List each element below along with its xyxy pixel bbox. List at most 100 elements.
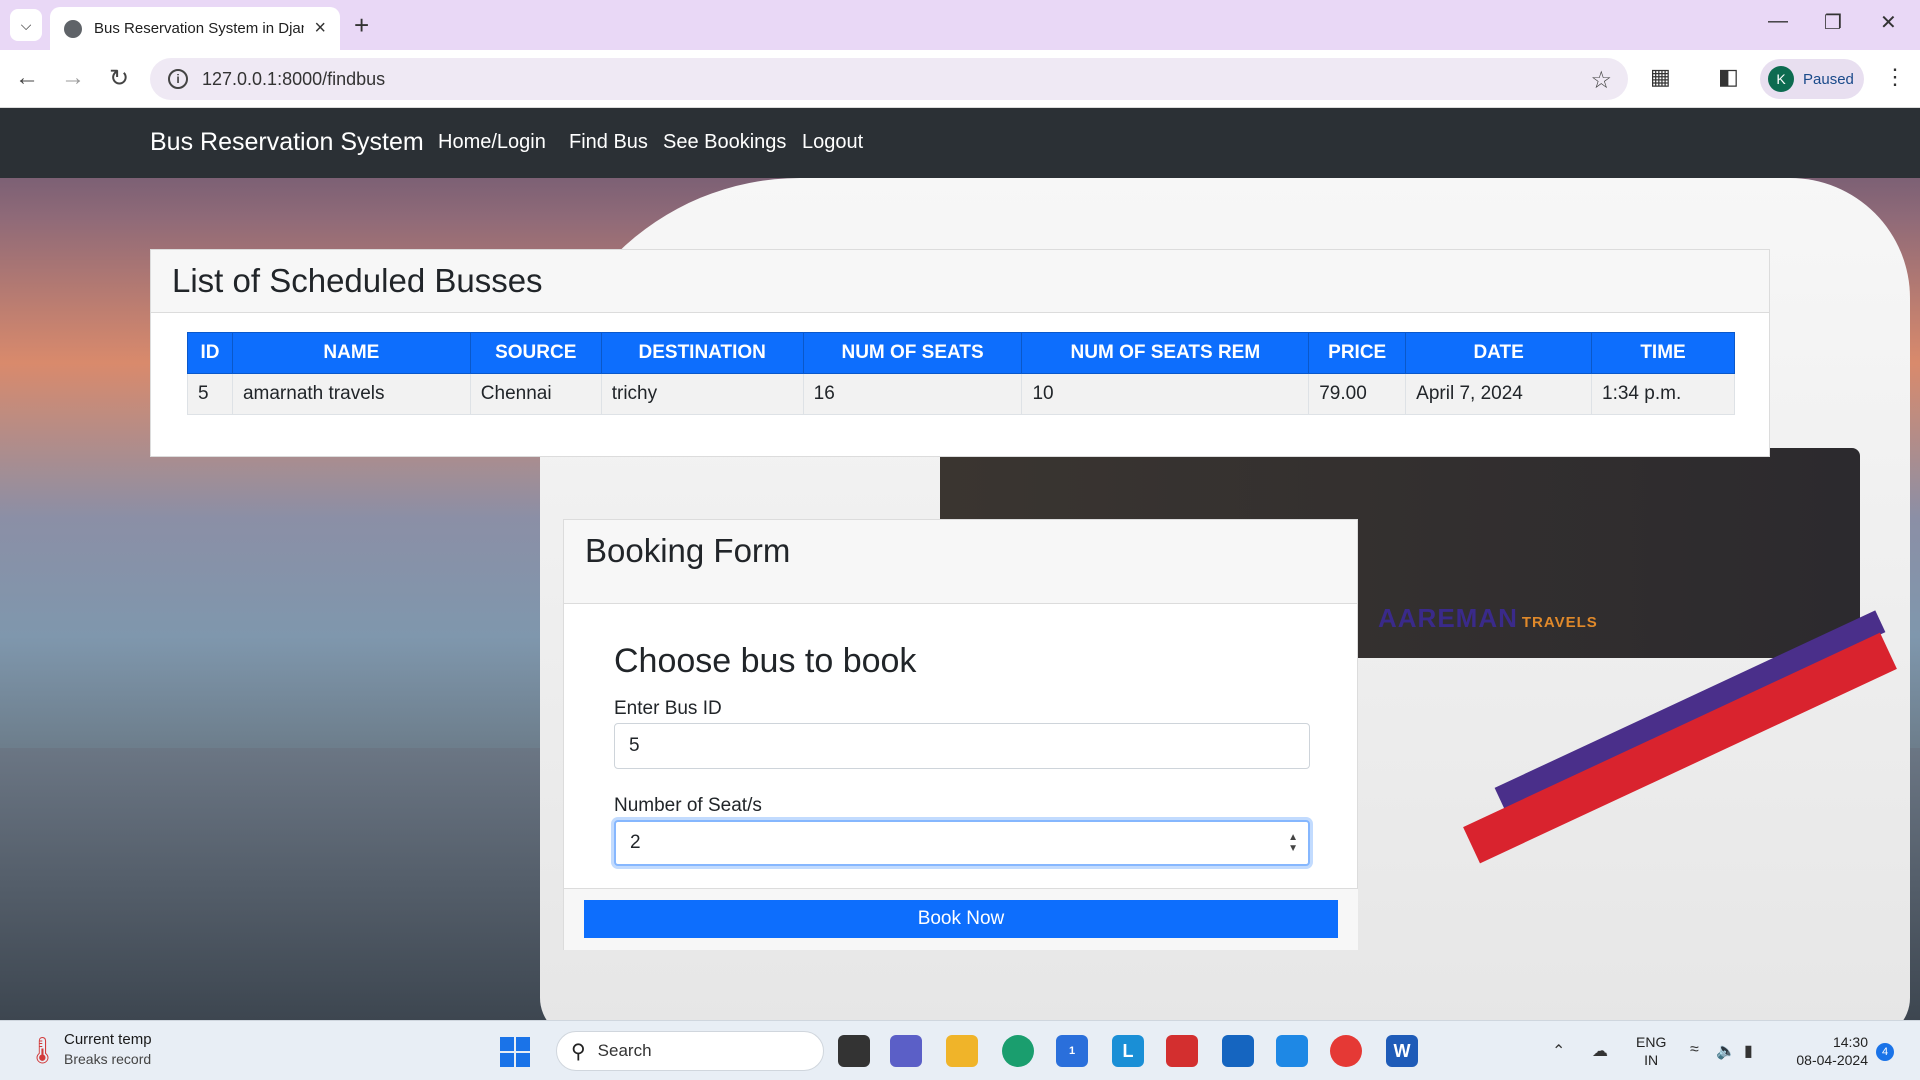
tab-strip: ⌵ Bus Reservation System in Djan × + — ❐… — [0, 0, 1920, 50]
cell-destination: trichy — [600, 373, 804, 415]
search-icon: ⚲ — [571, 1040, 586, 1063]
column-header-date: DATE — [1405, 332, 1593, 374]
schedule-card: List of Scheduled Busses ID NAME SOURCE … — [150, 249, 1770, 457]
column-header-num-of-seats-rem: NUM OF SEATS REM — [1021, 332, 1310, 374]
clock-date: 08-04-2024 — [1796, 1052, 1868, 1068]
bus-id-input[interactable]: 5 — [614, 723, 1310, 769]
nav-link-see-bookings[interactable]: See Bookings — [663, 131, 786, 154]
cell-num-of-seats-rem: 10 — [1021, 373, 1310, 415]
book-now-button[interactable]: Book Now — [584, 900, 1338, 938]
nav-link-home-login[interactable]: Home/Login — [438, 131, 546, 154]
background-bus-logo: AAREMAN TRAVELS — [1378, 603, 1598, 633]
bus-id-label: Enter Bus ID — [614, 698, 722, 719]
profile-status: Paused — [1803, 70, 1854, 88]
cell-id: 5 — [187, 373, 233, 415]
window-close-icon[interactable]: ✕ — [1880, 10, 1897, 35]
restore-icon[interactable]: ❐ — [1824, 10, 1842, 35]
back-icon[interactable]: ← — [12, 64, 42, 92]
tab-search-button[interactable]: ⌵ — [10, 9, 42, 41]
brand-link[interactable]: Bus Reservation System — [150, 128, 424, 157]
schedule-card-header: List of Scheduled Busses — [151, 250, 1769, 313]
close-tab-icon[interactable]: × — [314, 17, 326, 40]
minimize-icon[interactable]: — — [1768, 10, 1788, 33]
mcafee-icon[interactable] — [1166, 1035, 1198, 1067]
nav-link-logout[interactable]: Logout — [802, 131, 863, 154]
store-icon[interactable]: 1 — [1056, 1035, 1088, 1067]
cell-source: Chennai — [469, 373, 602, 415]
column-header-time: TIME — [1591, 332, 1735, 374]
edge-icon[interactable] — [1002, 1035, 1034, 1067]
onedrive-icon[interactable]: ☁ — [1592, 1041, 1608, 1061]
chevron-down-icon: ⌵ — [20, 16, 32, 33]
number-spinner-icon[interactable]: ▲ ▼ — [1288, 832, 1298, 854]
reload-icon[interactable]: ↻ — [104, 64, 134, 93]
extensions-icon[interactable]: ▦ — [1650, 64, 1671, 90]
column-header-price: PRICE — [1308, 332, 1407, 374]
app-l-icon[interactable]: L — [1112, 1035, 1144, 1067]
windows-start-icon[interactable] — [500, 1037, 530, 1067]
cell-time: 1:34 p.m. — [1591, 373, 1735, 415]
bus-id-value: 5 — [629, 735, 640, 756]
site-info-icon[interactable]: i — [168, 69, 188, 89]
nav-link-find-bus[interactable]: Find Bus — [569, 131, 648, 154]
booking-form-title: Booking Form — [585, 532, 791, 569]
thermometer-icon[interactable]: 🌡 — [26, 1035, 59, 1066]
seats-label: Number of Seat/s — [614, 795, 762, 816]
cell-num-of-seats: 16 — [802, 373, 1023, 415]
taskbar-search-label: Search — [597, 1041, 652, 1060]
avatar: K — [1768, 66, 1794, 92]
windows-taskbar: 🌡 Current temp Breaks record ⚲ Search 1 … — [0, 1020, 1920, 1080]
cell-price: 79.00 — [1308, 373, 1407, 415]
store-badge: 1 — [1068, 1045, 1076, 1057]
column-header-id: ID — [187, 332, 233, 374]
bookmark-star-icon[interactable]: ☆ — [1590, 66, 1612, 95]
cell-name: amarnath travels — [231, 373, 471, 415]
browser-tab[interactable]: Bus Reservation System in Djan × — [50, 7, 340, 50]
site-navbar: Bus Reservation System Home/Login Find B… — [0, 108, 1920, 178]
word-icon[interactable]: W — [1386, 1035, 1418, 1067]
taskbar-search[interactable]: ⚲ Search — [556, 1031, 824, 1071]
schedule-title: List of Scheduled Busses — [172, 262, 543, 299]
task-view-icon[interactable] — [838, 1035, 870, 1067]
booking-form-header: Booking Form — [564, 520, 1357, 604]
chevron-up-icon[interactable]: ⌃ — [1552, 1041, 1565, 1061]
app-circle-icon[interactable] — [1222, 1035, 1254, 1067]
battery-icon[interactable]: ▮ — [1744, 1041, 1753, 1061]
page-viewport: AAREMAN TRAVELS Bus Reservation System Ho… — [0, 108, 1920, 1020]
new-tab-button[interactable]: + — [354, 10, 369, 41]
wifi-icon[interactable]: ≈ — [1690, 1041, 1699, 1059]
weather-title[interactable]: Current temp — [64, 1031, 152, 1048]
notification-badge[interactable]: 4 — [1876, 1043, 1894, 1061]
cell-date: April 7, 2024 — [1405, 373, 1593, 415]
profile-button[interactable]: K Paused — [1760, 59, 1864, 99]
column-header-source: SOURCE — [469, 332, 602, 374]
clock-time: 14:30 — [1832, 1034, 1868, 1050]
forward-icon[interactable]: → — [58, 64, 88, 92]
volume-icon[interactable]: 🔈 — [1716, 1041, 1736, 1061]
teams-icon[interactable] — [890, 1035, 922, 1067]
browser-toolbar: ← → ↻ i 127.0.0.1:8000/findbus ☆ ▦ ◧ K P… — [0, 50, 1920, 108]
vscode-icon[interactable] — [1276, 1035, 1308, 1067]
seats-input[interactable]: 2 ▲ ▼ — [614, 820, 1310, 866]
seats-value: 2 — [630, 832, 641, 853]
table-header-row: ID NAME SOURCE DESTINATION NUM OF SEATS … — [187, 332, 1735, 374]
address-bar[interactable]: i 127.0.0.1:8000/findbus ☆ — [150, 58, 1628, 100]
url-text: 127.0.0.1:8000/findbus — [202, 68, 386, 89]
menu-kebab-icon[interactable]: ⋮ — [1884, 64, 1906, 90]
booking-form-card: Booking Form Choose bus to book Enter Bu… — [563, 519, 1358, 950]
file-explorer-icon[interactable] — [946, 1035, 978, 1067]
chrome-icon[interactable] — [1330, 1035, 1362, 1067]
side-panel-icon[interactable]: ◧ — [1718, 64, 1739, 90]
globe-icon — [64, 19, 82, 38]
column-header-num-of-seats: NUM OF SEATS — [802, 332, 1023, 374]
tab-title: Bus Reservation System in Djan — [94, 20, 304, 37]
booking-form-subtitle: Choose bus to book — [614, 642, 917, 680]
weather-subtitle[interactable]: Breaks record — [64, 1051, 151, 1067]
schedule-table: ID NAME SOURCE DESTINATION NUM OF SEATS … — [187, 332, 1735, 415]
clock[interactable]: 14:30 08-04-2024 — [1788, 1033, 1868, 1069]
booking-form-footer: Book Now — [564, 888, 1358, 950]
language-indicator[interactable]: ENG IN — [1636, 1033, 1666, 1069]
column-header-destination: DESTINATION — [600, 332, 804, 374]
column-header-name: NAME — [231, 332, 471, 374]
table-row: 5 amarnath travels Chennai trichy 16 10 … — [187, 373, 1735, 415]
